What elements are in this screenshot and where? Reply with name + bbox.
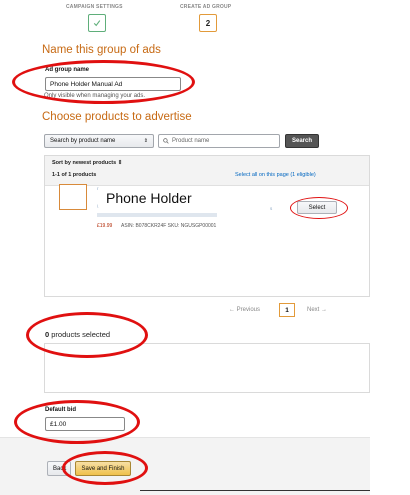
select-product-button[interactable]: Select xyxy=(297,201,337,214)
products-selected-summary: 0 products selected xyxy=(45,330,110,339)
step2-number: 2 xyxy=(205,18,211,28)
ad-group-name-input[interactable]: Phone Holder Manual Ad xyxy=(45,77,181,91)
select-all-link[interactable]: Select all on this page (1 eligible) xyxy=(235,172,316,178)
ad-group-name-hint: Only visible when managing your ads. xyxy=(44,93,146,99)
selected-text: products selected xyxy=(51,330,111,339)
current-page[interactable]: 1 xyxy=(279,303,295,317)
chevron-updown-icon: ⇕ xyxy=(143,138,148,144)
step2-box: 2 xyxy=(199,14,217,32)
product-count: 1-1 of 1 products xyxy=(52,172,97,178)
default-bid-input[interactable]: £1.00 xyxy=(45,417,125,431)
products-section-title: Choose products to advertise xyxy=(42,111,192,123)
product-title[interactable]: Phone Holder xyxy=(106,190,192,206)
redacted-description xyxy=(97,213,217,217)
faded-text-icon: \ xyxy=(97,204,99,209)
product-search-input[interactable]: Product name xyxy=(158,134,280,148)
check-icon xyxy=(93,20,101,27)
back-button[interactable]: Back xyxy=(47,461,71,476)
save-and-finish-button[interactable]: Save and Finish xyxy=(75,461,131,476)
search-icon xyxy=(163,138,169,144)
step2-label: CREATE AD GROUP xyxy=(180,4,232,10)
previous-page-link[interactable]: ← Previous xyxy=(229,307,260,313)
ad-group-name-label: Ad group name xyxy=(45,67,90,73)
step1-box xyxy=(88,14,106,32)
product-price: £19.99 xyxy=(97,223,113,229)
sort-icon: ⇕ xyxy=(117,160,123,166)
step1-label: CAMPAIGN SETTINGS xyxy=(66,4,123,10)
footer-divider xyxy=(140,490,370,491)
next-page-link[interactable]: Next → xyxy=(307,307,327,313)
faded-text-icon: s xyxy=(270,206,273,211)
default-bid-label: Default bid xyxy=(45,407,76,413)
selected-products-panel xyxy=(44,343,370,393)
search-button[interactable]: Search xyxy=(285,134,319,148)
next-label: Next xyxy=(307,307,320,313)
sort-label: Sort by newest products xyxy=(52,160,117,166)
sort-dropdown[interactable]: Sort by newest products ⇕ xyxy=(52,160,122,166)
ad-group-section-title: Name this group of ads xyxy=(42,44,161,56)
product-thumbnail xyxy=(59,184,87,210)
product-asin-sku: ASIN: B078CKR24F SKU: NGUSGP00001 xyxy=(121,223,217,229)
previous-label: Previous xyxy=(236,307,261,313)
search-by-select[interactable]: Search by product name ⇕ xyxy=(44,134,154,148)
search-by-value: Search by product name xyxy=(50,138,116,144)
selected-count: 0 xyxy=(45,330,50,339)
product-search-placeholder: Product name xyxy=(172,138,210,144)
faded-text-icon: r xyxy=(97,186,99,191)
